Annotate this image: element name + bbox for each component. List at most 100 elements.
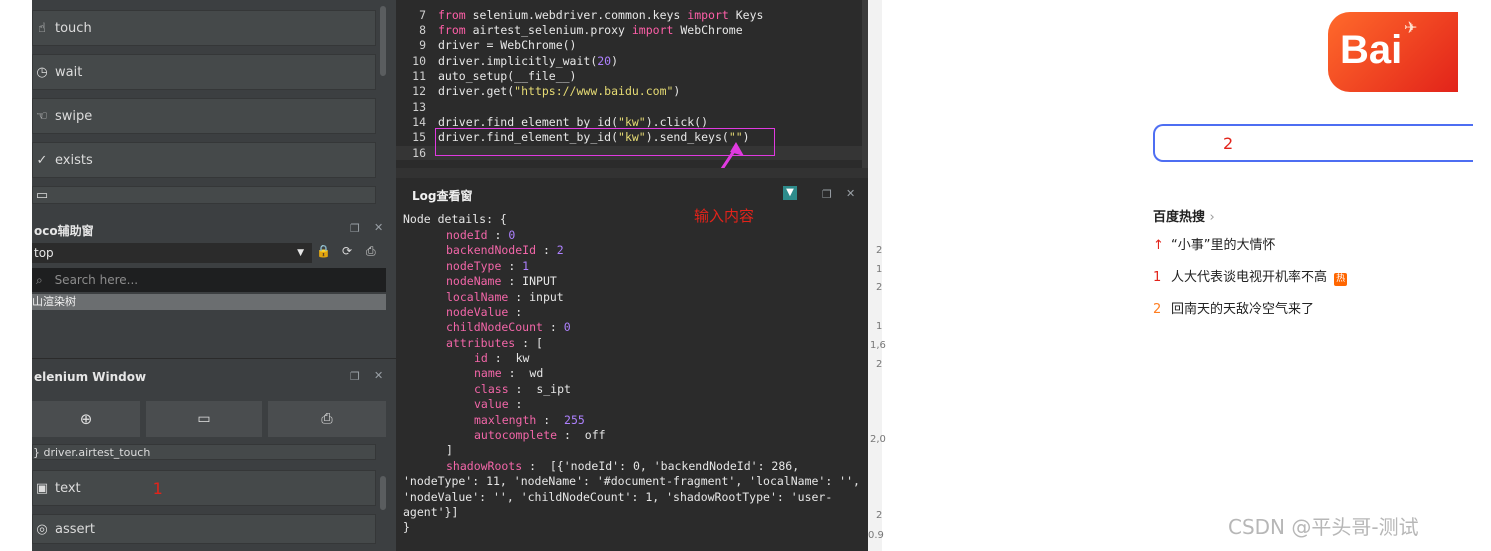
search-icon: ⌕ (36, 273, 43, 287)
close-icon[interactable]: ✕ (374, 369, 383, 382)
log-value: INPUT (522, 274, 557, 288)
hot-item[interactable]: ↑ “小事”里的大情怀 (1153, 234, 1275, 253)
line-number: 10 (412, 54, 426, 68)
tool-assert-button[interactable]: ◎ assert (32, 514, 376, 544)
search-value: 2 (1223, 134, 1234, 153)
tool-label: } driver.airtest_touch (33, 445, 151, 459)
tool-label: touch (55, 20, 92, 36)
poco-mode-select[interactable]: top ▼ (32, 243, 312, 263)
watermark: CSDN @平头哥-测试 (1228, 515, 1419, 539)
log-key: backendNodeId (446, 243, 537, 257)
hot-rank: 1 (1153, 270, 1162, 285)
tool-touch-button[interactable]: ☝ touch (32, 10, 376, 46)
refresh-icon[interactable]: ⟳ (342, 244, 352, 258)
code-token: from (438, 8, 466, 22)
monitor-icon: ▭ (197, 411, 211, 427)
log-key: nodeId (446, 228, 488, 242)
hot-title[interactable]: 百度热搜 › (1153, 206, 1215, 225)
log-key: nodeName (446, 274, 502, 288)
tool-partial-button[interactable]: ▭ (32, 186, 376, 204)
scrollbar[interactable] (380, 476, 386, 510)
log-value: 0 (563, 320, 571, 334)
log-line: attributes : [ (446, 336, 543, 350)
code-token: ).click() (645, 115, 709, 129)
camera-icon[interactable]: ⎙ (366, 244, 376, 259)
window-button[interactable]: ▭ (146, 401, 262, 437)
hot-item[interactable]: 2 回南天的天敌冷空气来了 (1153, 298, 1314, 317)
hot-title-text: 百度热搜 (1153, 210, 1206, 225)
tool-airtest-touch-button[interactable]: } driver.airtest_touch (32, 444, 376, 460)
log-line: nodeValue : (446, 305, 523, 319)
log-value: s_ipt (536, 382, 571, 396)
line-number: 12 (412, 84, 426, 98)
line-number: 16 (412, 146, 426, 160)
line-number: 9 (419, 38, 426, 52)
code-line: driver.implicitly_wait(20) (438, 54, 618, 68)
log-line: backendNodeId : 2 (446, 243, 564, 257)
scrollbar[interactable] (380, 6, 386, 76)
log-key: id (474, 351, 488, 365)
poco-search-input[interactable]: ⌕ Search here... (32, 268, 386, 292)
code-token: driver.implicitly_wait( (438, 54, 598, 68)
restore-icon[interactable]: ❐ (822, 188, 832, 201)
text-icon: ▣ (35, 480, 49, 496)
log-value: 2 (556, 243, 564, 257)
side-number: 1 (876, 321, 883, 332)
search-input[interactable]: 2 (1153, 124, 1473, 162)
code-token: ) (673, 84, 681, 98)
log-value: kw (515, 351, 530, 365)
log-value: input (529, 290, 564, 304)
code-token: "https://www.baidu.com" (514, 84, 674, 98)
log-value: 1 (522, 259, 530, 273)
screenshot-button[interactable]: ⎙ (268, 401, 386, 437)
log-line: } (403, 520, 410, 534)
top-icon: ↑ (1153, 238, 1164, 253)
side-number: 2 (876, 282, 883, 293)
browser-button[interactable]: ⊕ (32, 401, 140, 437)
log-line: maxlength : 255 (474, 413, 585, 427)
chevron-right-icon: › (1209, 210, 1215, 225)
hot-item-text: “小事”里的大情怀 (1171, 238, 1276, 253)
code-token: airtest_selenium.proxy (465, 23, 632, 37)
hot-item[interactable]: 1 人大代表谈电视开机率不高 热 (1153, 266, 1348, 286)
side-number: 0.9 (868, 530, 884, 541)
tool-wait-button[interactable]: ◷ wait (32, 54, 376, 90)
code-token: 20 (597, 54, 612, 68)
tool-text-button[interactable]: ▣ text 1 (32, 470, 376, 506)
text-icon: ▭ (35, 187, 49, 203)
code-token: driver.find_element_by_id( (438, 115, 619, 129)
tool-swipe-button[interactable]: ☜ swipe (32, 98, 376, 134)
annotation-1: 1 (152, 478, 163, 498)
log-key: autocomplete (474, 428, 558, 442)
tree-item-label: 山渲染树 (32, 295, 76, 308)
side-number: 1,6 (870, 340, 886, 351)
tool-exists-button[interactable]: ✓ exists (32, 142, 376, 178)
filter-icon[interactable]: ▼ (783, 186, 797, 200)
restore-icon[interactable]: ❐ (350, 222, 360, 235)
hot-item-text: 回南天的天敌冷空气来了 (1171, 302, 1315, 317)
close-icon[interactable]: ✕ (374, 221, 383, 234)
left-edge (0, 0, 32, 551)
code-token: import (687, 8, 729, 22)
log-value: wd (529, 366, 544, 380)
check-icon: ✓ (36, 152, 48, 168)
log-value: [{'nodeId': 0, 'backendNodeId': 286, (549, 459, 800, 473)
log-line: ] (446, 443, 453, 457)
hot-rank: 2 (1153, 302, 1162, 317)
close-icon[interactable]: ✕ (846, 187, 855, 200)
code-token: ) (611, 54, 619, 68)
restore-icon[interactable]: ❐ (350, 370, 360, 383)
tree-item[interactable]: 山渲染树 (32, 294, 386, 310)
assert-icon: ◎ (36, 521, 48, 537)
lock-icon[interactable]: 🔒 (316, 244, 331, 258)
log-line: class : s_ipt (474, 382, 571, 396)
log-key: value (474, 397, 509, 411)
side-number: 2 (876, 359, 883, 370)
line-number: 13 (412, 100, 426, 114)
log-line: Node details: { (403, 212, 507, 226)
code-line: driver.get("https://www.baidu.com") (438, 84, 680, 98)
baidu-logo[interactable]: Bai ✈ (1328, 12, 1458, 92)
log-line: name : wd (474, 366, 544, 380)
log-key: maxlength (474, 413, 537, 427)
search-placeholder: Search here... (54, 273, 139, 287)
